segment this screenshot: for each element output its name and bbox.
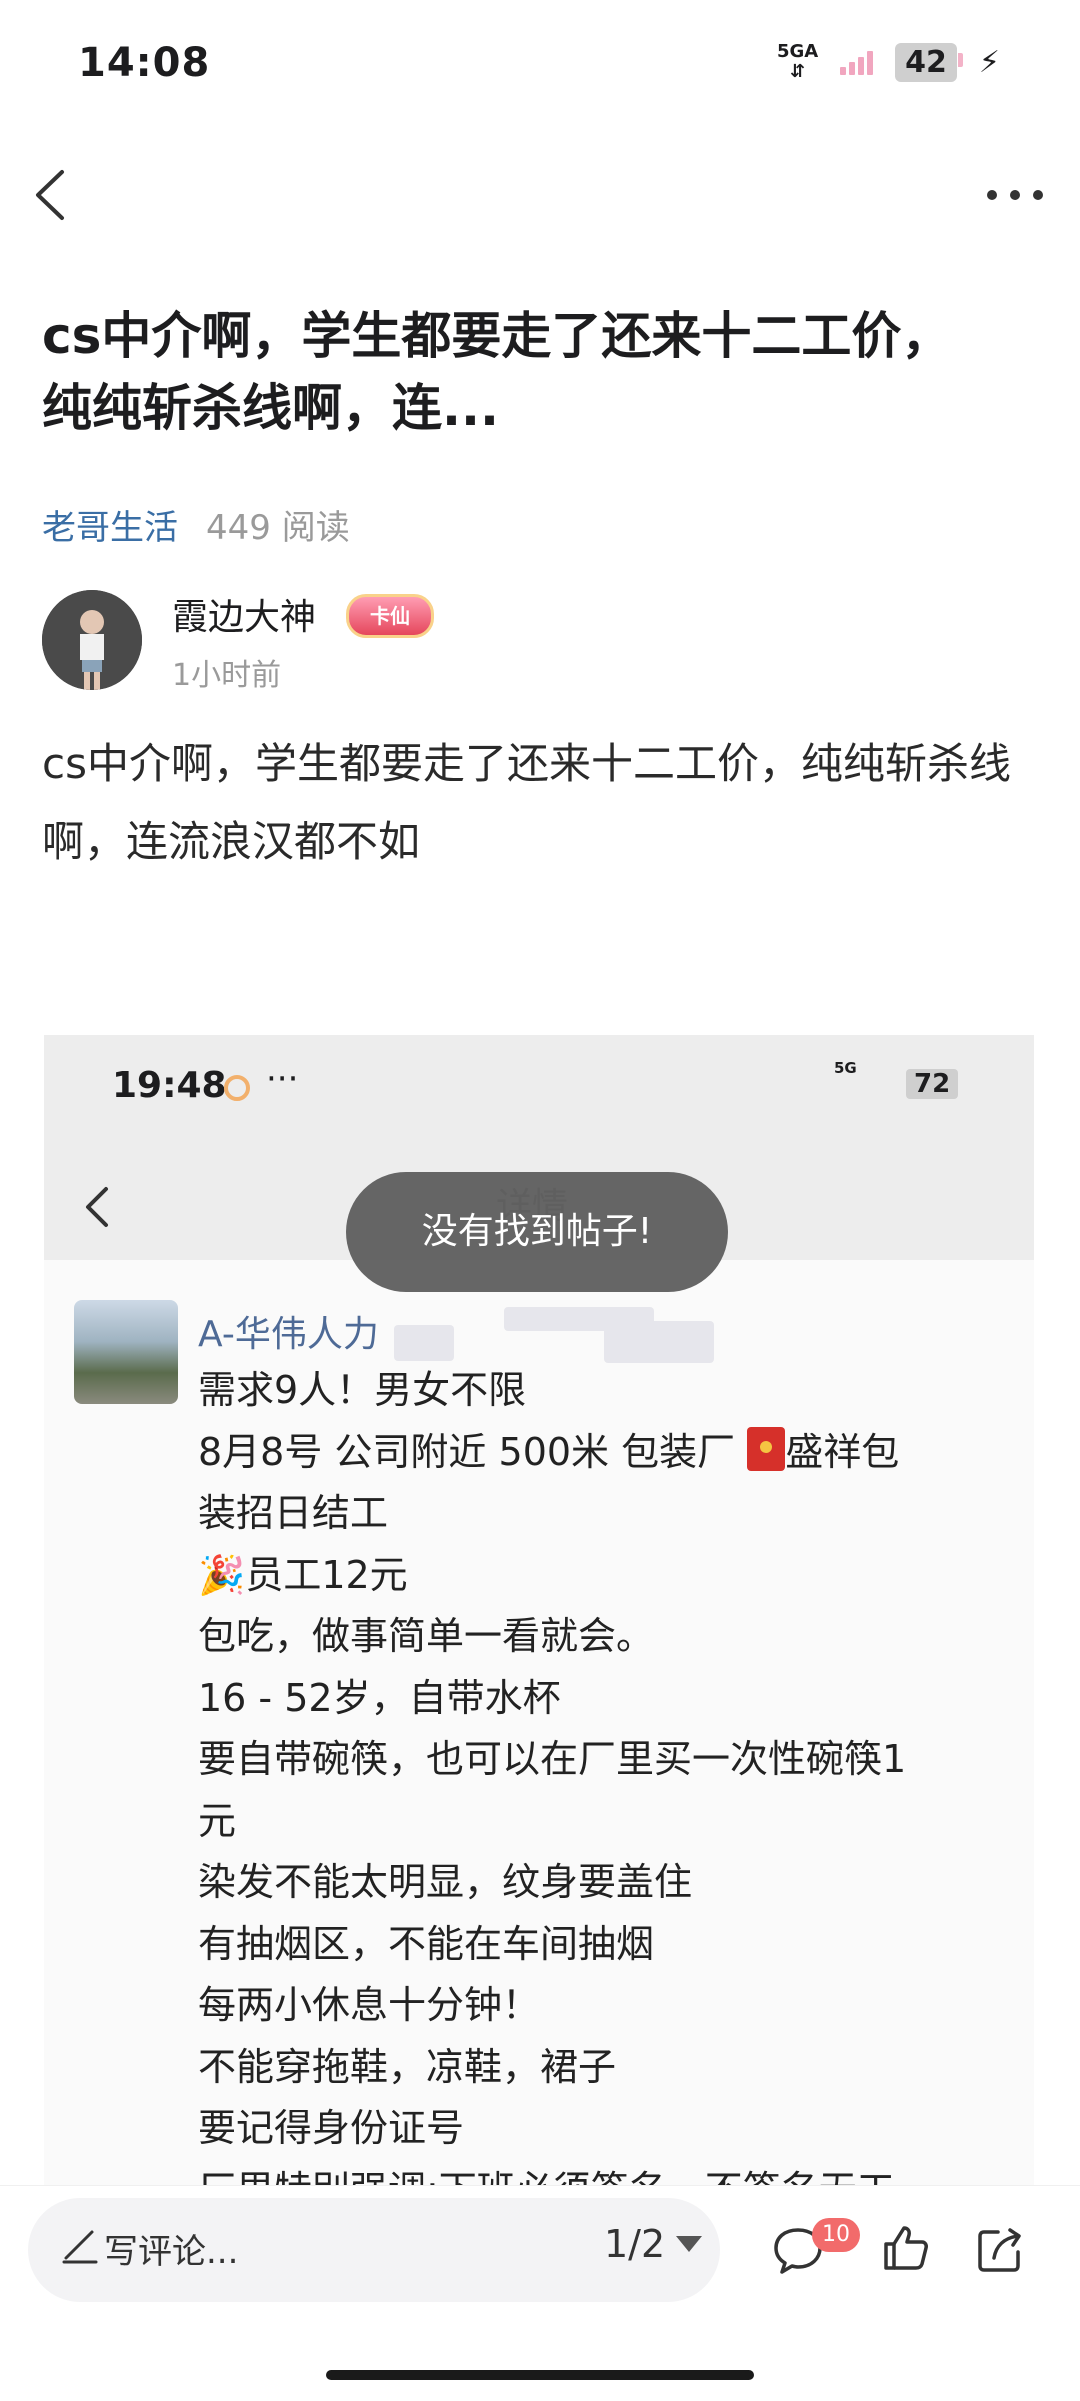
read-count: 449 阅读 bbox=[206, 508, 350, 548]
image-back-icon bbox=[86, 1187, 108, 1227]
image-line: 8月8号 公司附近 500米 包装厂 盛祥包 bbox=[198, 1422, 998, 1484]
network-indicator: 5GA ⇵ bbox=[777, 42, 818, 82]
image-line: 需求9人！男女不限 bbox=[198, 1368, 527, 1412]
image-line: 包吃，做事简单一看就会。 bbox=[198, 1614, 655, 1658]
image-line-text: 8月8号 公司附近 500米 包装厂 bbox=[198, 1429, 736, 1474]
image-line-text: 员工12元 bbox=[245, 1552, 408, 1597]
signal-icon bbox=[840, 49, 874, 75]
blurred-region bbox=[394, 1325, 454, 1361]
toast-message: 没有找到帖子! bbox=[346, 1172, 728, 1292]
caret-down-icon[interactable] bbox=[676, 2236, 702, 2252]
status-time: 14:08 bbox=[78, 40, 211, 86]
avatar-image bbox=[42, 590, 142, 690]
image-line: 元 bbox=[198, 1798, 237, 1843]
image-line-text: 盛祥包 bbox=[785, 1429, 900, 1474]
thumbs-up-icon[interactable] bbox=[880, 2222, 932, 2274]
post-time: 1小时前 bbox=[172, 658, 282, 693]
charging-icon: ⚡ bbox=[978, 44, 1000, 80]
image-more-dots: ··· bbox=[266, 1059, 299, 1099]
image-line: 要自带碗筷，也可以在厂里买一次性碗筷1 bbox=[198, 1737, 907, 1781]
image-line: 不能穿拖鞋，凉鞋，裙子 bbox=[198, 2044, 617, 2089]
more-options-icon[interactable] bbox=[980, 175, 1050, 215]
share-icon[interactable] bbox=[972, 2222, 1028, 2278]
post-meta: 老哥生活 449 阅读 bbox=[42, 500, 350, 549]
image-line: 16 - 52岁，自带水杯 bbox=[198, 1675, 561, 1720]
image-line: 每两小休息十分钟！ bbox=[198, 1983, 541, 2027]
image-username: A-华伟人力 bbox=[198, 1314, 379, 1355]
category-link[interactable]: 老哥生活 bbox=[42, 500, 178, 549]
image-battery: 72 bbox=[906, 1069, 959, 1099]
image-network-label: 5G bbox=[834, 1059, 857, 1077]
comment-count-badge: 10 bbox=[812, 2218, 860, 2252]
battery-icon: 42 bbox=[895, 42, 963, 82]
pen-icon bbox=[62, 2230, 98, 2264]
author-badge: 卡仙 bbox=[346, 594, 434, 638]
post-body: cs中介啊，学生都要走了还来十二工价，纯纯斩杀线啊，连流浪汉都不如 bbox=[42, 739, 1011, 866]
image-user-avatar bbox=[74, 1300, 178, 1404]
author-avatar[interactable] bbox=[42, 590, 142, 690]
comment-placeholder[interactable]: 写评论... bbox=[104, 2224, 238, 2273]
image-status-time: 19:48 bbox=[112, 1065, 227, 1106]
image-notification-icon bbox=[224, 1075, 250, 1101]
image-line: 装招日结工 bbox=[198, 1491, 389, 1535]
red-envelope-icon bbox=[747, 1426, 786, 1471]
home-indicator bbox=[326, 2370, 754, 2380]
image-line: 要记得身份证号 bbox=[198, 2106, 465, 2150]
network-label: 5GA bbox=[776, 41, 819, 62]
image-line: 厂里特别强调:下班必须签名，不签名无工 bbox=[198, 2160, 998, 2186]
author-name[interactable]: 霞边大神 bbox=[172, 588, 316, 640]
image-line: 染发不能太明显，纹身要盖住 bbox=[198, 1860, 693, 1904]
post-title: cs中介啊，学生都要走了还来十二工价，纯纯斩杀线啊，连... bbox=[42, 307, 952, 437]
back-icon[interactable] bbox=[22, 160, 82, 230]
image-line: 🎉员工12元 bbox=[198, 1545, 998, 1607]
image-line: 有抽烟区，不能在车间抽烟 bbox=[198, 1921, 655, 1966]
status-icons: 5GA ⇵ 42 ⚡ bbox=[777, 42, 1000, 82]
party-popper-icon: 🎉 bbox=[198, 1552, 246, 1597]
blurred-region bbox=[604, 1321, 714, 1363]
data-arrows-icon: ⇵ bbox=[790, 61, 806, 82]
image-text-block: 需求9人！男女不限 8月8号 公司附近 500米 包装厂 盛祥包 装招日结工 🎉… bbox=[198, 1360, 998, 2185]
page-indicator[interactable]: 1/2 bbox=[604, 2222, 665, 2266]
